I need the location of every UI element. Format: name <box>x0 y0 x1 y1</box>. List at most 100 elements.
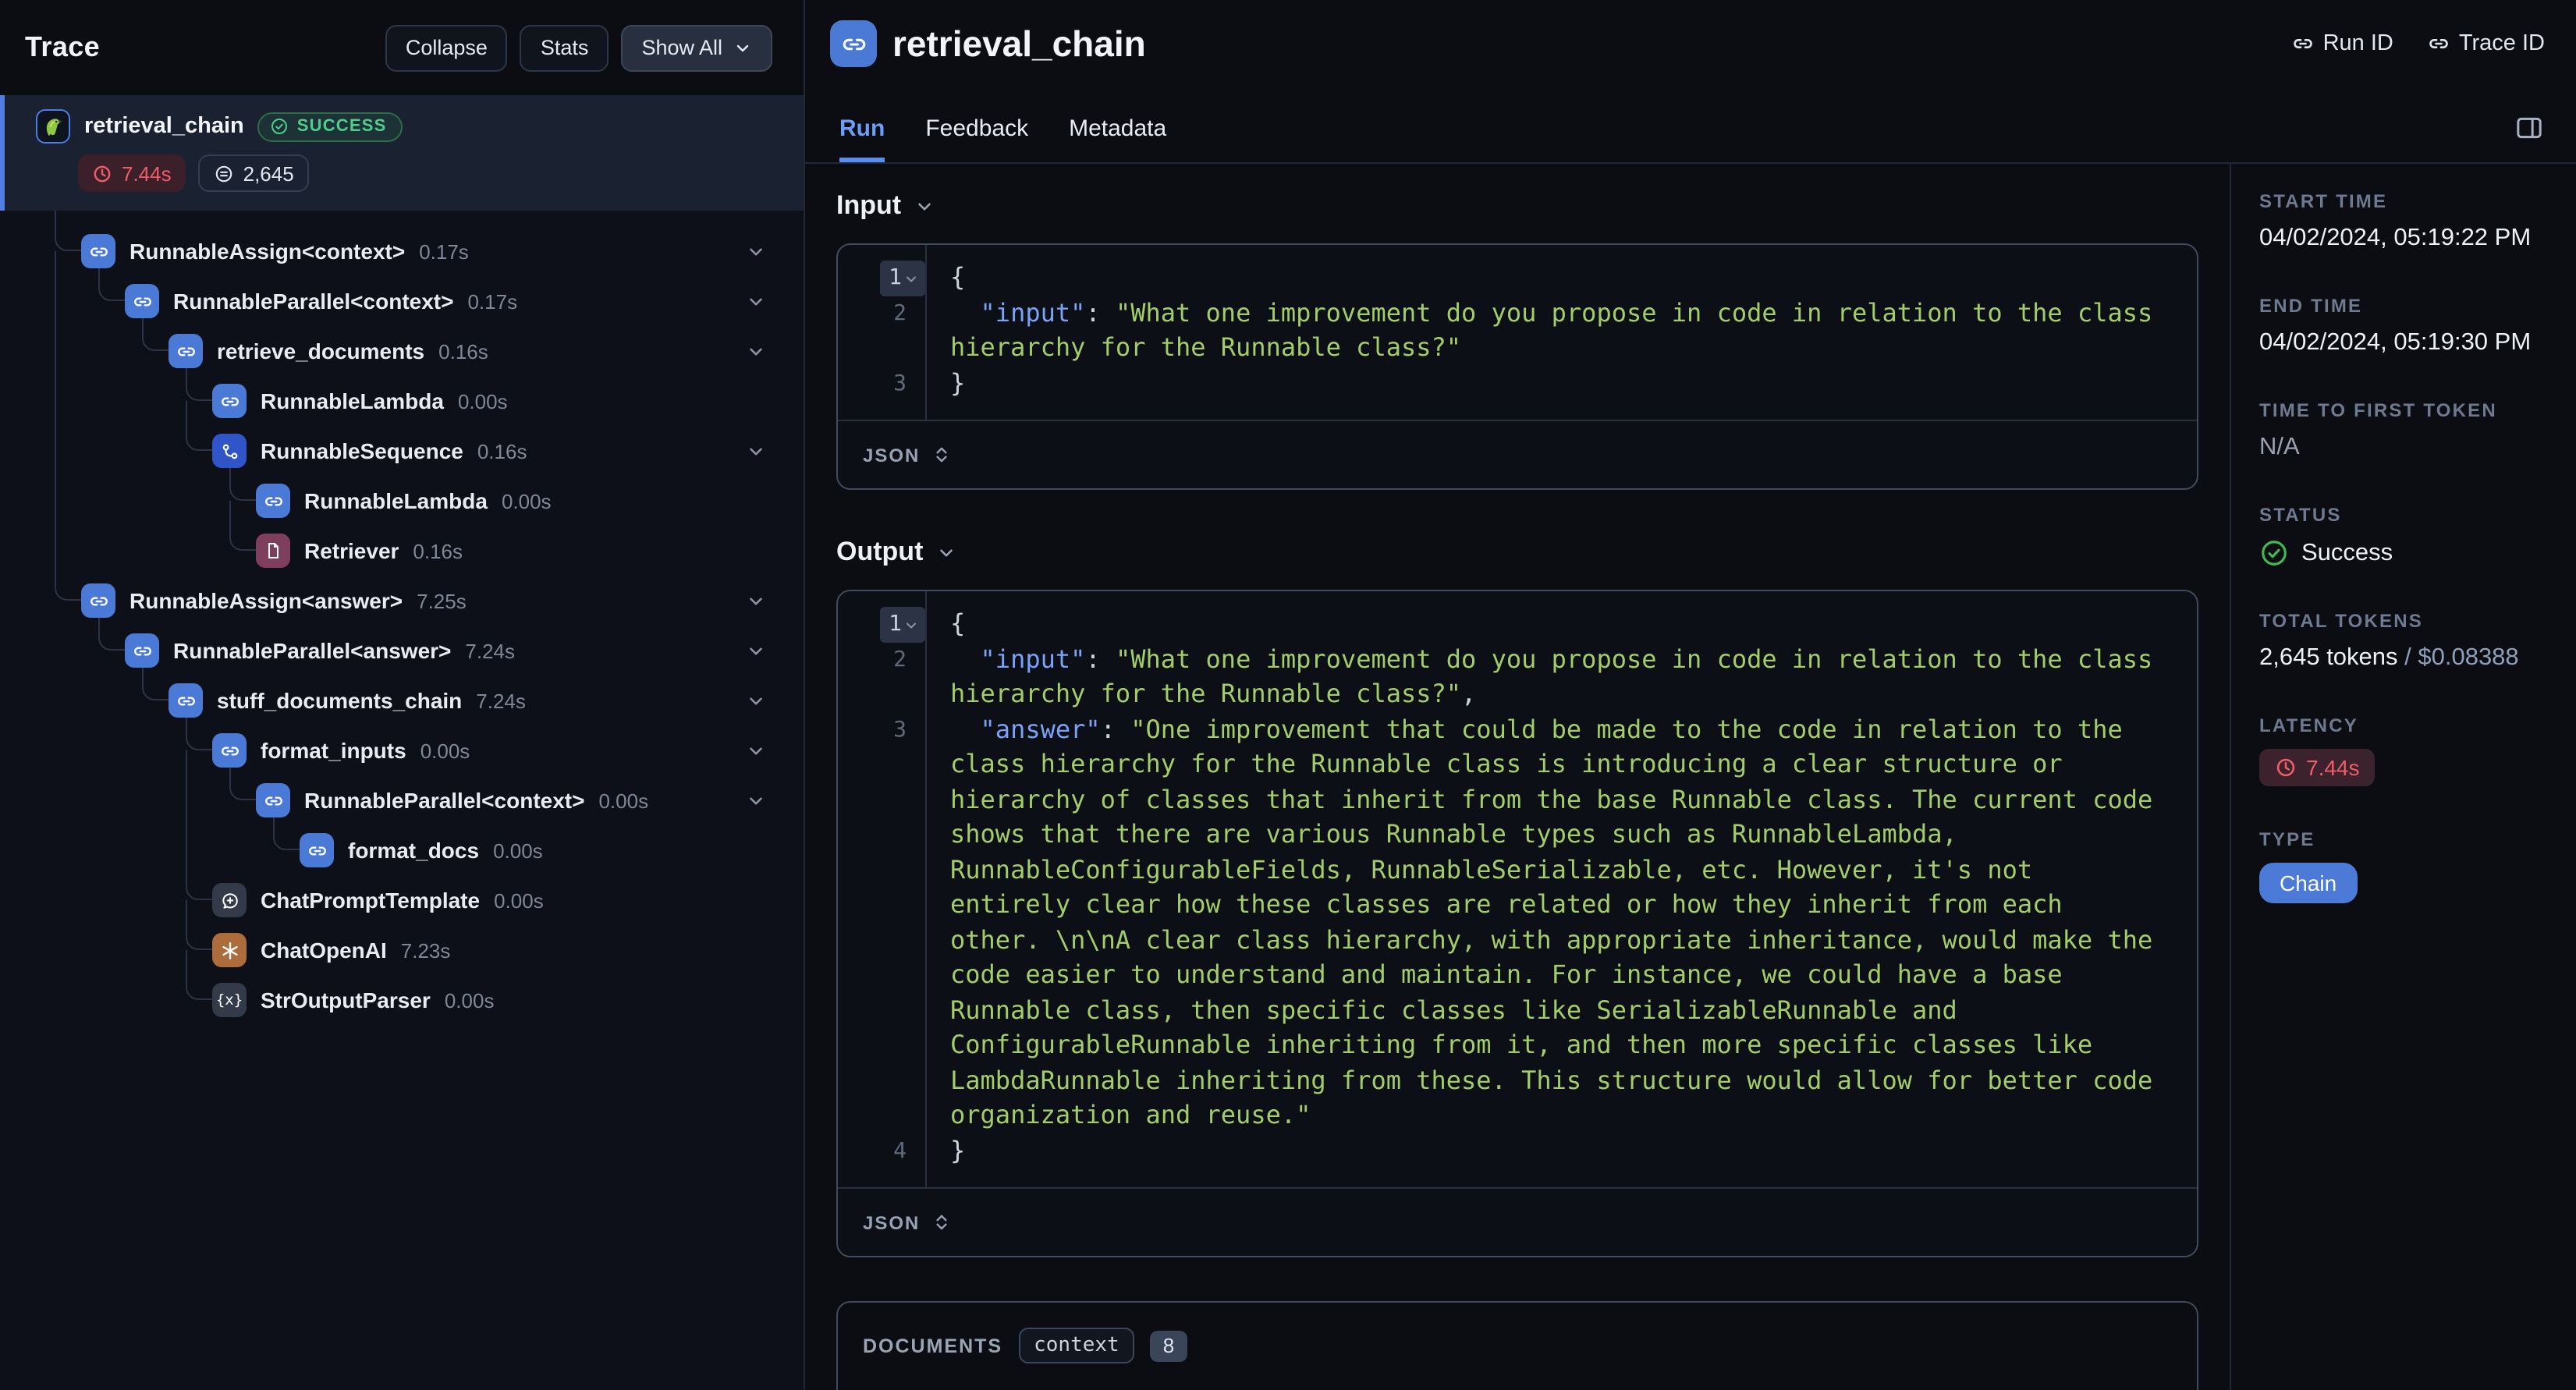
output-section-header[interactable]: Output <box>836 537 2198 568</box>
chevron-down-icon[interactable] <box>746 790 766 810</box>
chevron-down-icon[interactable] <box>746 441 766 461</box>
tree-item-runnable-parallel-answer[interactable]: RunnableParallel<answer> 7.24s <box>0 626 804 675</box>
tree-item-duration: 7.24s <box>476 689 526 712</box>
gutter: 1 <box>838 261 925 296</box>
tab-run[interactable]: Run <box>839 115 885 162</box>
tab-metadata[interactable]: Metadata <box>1069 115 1166 162</box>
output-code-area: 1 { 2 "input": "What one improvement do … <box>838 591 2197 1187</box>
latency-badge-value: 7.44s <box>122 161 172 185</box>
code-line: 2 "input": "What one improvement do you … <box>838 296 2197 366</box>
main-column: retrieval_chain Run ID Trace ID Run Feed… <box>805 0 2576 1390</box>
start-time-value: 04/02/2024, 05:19:22 PM <box>2259 225 2532 251</box>
tree-item-chat-openai[interactable]: ChatOpenAI 7.23s <box>0 925 804 975</box>
chain-icon <box>125 633 159 668</box>
total-tokens-label: TOTAL TOKENS <box>2259 610 2423 632</box>
tree-item-runnable-parallel-context[interactable]: RunnableParallel<context> 0.17s <box>0 276 804 326</box>
tree-item-retriever[interactable]: Retriever 0.16s <box>0 526 804 576</box>
langchain-parrot-icon <box>36 109 70 144</box>
trace-id-label: Trace ID <box>2458 31 2545 56</box>
run-id-button[interactable]: Run ID <box>2292 31 2393 56</box>
format-switch-icon[interactable] <box>931 1212 951 1232</box>
tab-bar: Run Feedback Metadata <box>839 115 1166 162</box>
chain-icon <box>256 484 290 518</box>
chevron-down-icon[interactable] <box>746 590 766 611</box>
status-value: Success <box>2301 539 2393 566</box>
gutter: 4 <box>838 1133 925 1168</box>
tree-item-duration: 0.17s <box>467 289 518 313</box>
code-text: { <box>950 608 966 638</box>
end-time-value: 04/02/2024, 05:19:30 PM <box>2259 329 2532 356</box>
code-text: "input": "What one improvement do you pr… <box>950 297 2168 362</box>
start-time-label: START TIME <box>2259 190 2388 212</box>
tree-item-runnable-assign-answer[interactable]: RunnableAssign<answer> 7.25s <box>0 576 804 626</box>
tree-item-runnable-parallel-context-2[interactable]: RunnableParallel<context> 0.00s <box>0 775 804 825</box>
tree-item-stuff-documents-chain[interactable]: stuff_documents_chain 7.24s <box>0 675 804 725</box>
root-run-row: retrieval_chain SUCCESS <box>36 109 785 144</box>
tree-item-runnable-sequence[interactable]: RunnableSequence 0.16s <box>0 426 804 476</box>
run-details-sidebar: START TIME 04/02/2024, 05:19:22 PM END T… <box>2230 164 2576 1390</box>
chevron-down-icon[interactable] <box>746 640 766 661</box>
tab-feedback[interactable]: Feedback <box>925 115 1028 162</box>
retriever-document-icon <box>256 534 290 568</box>
documents-panel: DOCUMENTS context 8 For example, .. code… <box>836 1301 2198 1390</box>
chevron-down-icon[interactable] <box>746 690 766 711</box>
collapse-line-icon[interactable] <box>903 618 919 633</box>
tree-item-runnable-lambda[interactable]: RunnableLambda 0.00s <box>0 376 804 426</box>
code-text: { <box>950 262 966 292</box>
gutter: 2 <box>838 296 925 366</box>
tree-item-chat-prompt-template[interactable]: ChatPromptTemplate 0.00s <box>0 875 804 925</box>
total-tokens-value: 2,645 tokens / $0.08388 <box>2259 644 2554 672</box>
collapse-line-icon[interactable] <box>903 271 919 287</box>
code-text: } <box>950 1135 966 1165</box>
tree-item-label: format_docs <box>348 838 480 863</box>
gutter: 2 <box>838 642 925 712</box>
chevron-down-icon[interactable] <box>746 341 766 361</box>
end-time-group: END TIME 04/02/2024, 05:19:30 PM <box>2259 295 2554 357</box>
tree-item-duration: 7.25s <box>417 589 467 612</box>
tree-item-duration: 0.00s <box>501 489 552 512</box>
run-detail-scroll[interactable]: Input 1 { 2 "input": "What one improveme… <box>805 164 2230 1390</box>
total-tokens-group: TOTAL TOKENS 2,645 tokens / $0.08388 <box>2259 610 2554 672</box>
start-time-group: START TIME 04/02/2024, 05:19:22 PM <box>2259 190 2554 253</box>
chevron-down-icon[interactable] <box>746 241 766 261</box>
tree-item-duration: 0.16s <box>438 339 488 363</box>
tree-item-retrieve-documents[interactable]: retrieve_documents 0.16s <box>0 326 804 376</box>
collapse-panel-icon[interactable] <box>2514 112 2545 144</box>
code-text: } <box>950 367 966 397</box>
input-section-title: Input <box>836 190 902 220</box>
chain-icon <box>169 334 203 368</box>
collapse-button[interactable]: Collapse <box>385 24 508 71</box>
run-title-row: retrieval_chain Run ID Trace ID <box>830 20 2545 67</box>
langsmith-trace-view: Trace Collapse Stats Show All retrieval_… <box>0 0 2576 1390</box>
tree-item-format-inputs[interactable]: format_inputs 0.00s <box>0 725 804 775</box>
documents-label: DOCUMENTS <box>863 1335 1003 1356</box>
code-line: 1 { <box>838 607 2197 642</box>
tree-item-runnable-assign-context[interactable]: RunnableAssign<context> 0.17s <box>0 226 804 276</box>
tree-item-label: format_inputs <box>261 738 406 763</box>
tree-item-retrieval-chain-selected[interactable]: retrieval_chain SUCCESS 7.44s 2,645 <box>0 95 804 211</box>
tree-item-label: RunnableParallel<answer> <box>173 638 452 663</box>
line-number: 2 <box>893 647 907 672</box>
input-section-header[interactable]: Input <box>836 190 2198 222</box>
tree-item-format-docs[interactable]: format_docs 0.00s <box>0 825 804 875</box>
line-number: 1 <box>889 612 902 636</box>
chevron-down-icon[interactable] <box>746 740 766 761</box>
tree-item-label: ChatPromptTemplate <box>261 888 481 913</box>
code-text: "answer": "One improvement that could be… <box>950 714 2168 1129</box>
tree-item-label: StrOutputParser <box>261 988 431 1012</box>
chain-icon <box>125 284 159 318</box>
tree-item-str-output-parser[interactable]: {x} StrOutputParser 0.00s <box>0 975 804 1025</box>
trace-tree: RunnableAssign<context> 0.17s RunnablePa… <box>0 226 804 1025</box>
chevron-down-icon[interactable] <box>746 291 766 311</box>
chevron-down-icon <box>935 542 956 562</box>
trace-id-button[interactable]: Trace ID <box>2428 31 2545 56</box>
latency-value-badge: 7.44s <box>2259 749 2376 786</box>
input-code-block: 1 { 2 "input": "What one improvement do … <box>836 243 2198 490</box>
parser-icon: {x} <box>212 983 247 1017</box>
tree-item-duration: 0.00s <box>420 739 470 762</box>
tree-item-runnable-lambda-2[interactable]: RunnableLambda 0.00s <box>0 476 804 526</box>
format-switch-icon[interactable] <box>931 445 951 465</box>
show-all-dropdown[interactable]: Show All <box>621 24 772 71</box>
latency-badge: 7.44s <box>78 154 186 192</box>
stats-button[interactable]: Stats <box>520 24 609 71</box>
